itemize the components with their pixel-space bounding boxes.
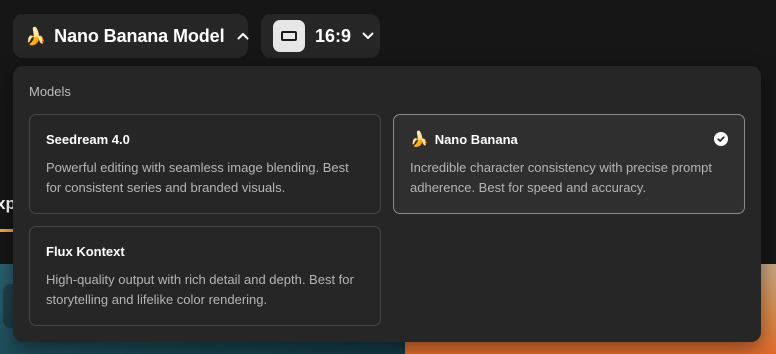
background-tab-underline: [0, 229, 14, 232]
aspect-ratio-button[interactable]: 16:9: [261, 14, 380, 58]
model-option-flux-kontext[interactable]: Flux Kontext High-quality output with ri…: [29, 226, 381, 326]
model-selector-label: Nano Banana Model: [54, 25, 225, 46]
model-option-title: 🍌 Nano Banana: [410, 132, 518, 147]
model-option-title: Flux Kontext: [46, 244, 125, 259]
model-option-seedream[interactable]: Seedream 4.0 Powerful editing with seaml…: [29, 114, 381, 214]
chevron-up-icon: [237, 29, 249, 43]
model-option-description: High-quality output with rich detail and…: [46, 272, 354, 307]
model-option-title: Seedream 4.0: [46, 132, 130, 147]
model-dropdown-panel: Models Seedream 4.0 Powerful editing wit…: [13, 66, 761, 342]
aspect-ratio-icon: [273, 20, 305, 52]
chevron-down-icon: [361, 29, 375, 43]
model-selector-button[interactable]: 🍌 Nano Banana Model: [13, 14, 248, 58]
banana-icon: 🍌: [410, 131, 429, 148]
model-option-nano-banana[interactable]: 🍌 Nano Banana Incredible character consi…: [393, 114, 745, 214]
model-option-name: Seedream 4.0: [46, 132, 130, 147]
model-option-description: Powerful editing with seamless image ble…: [46, 160, 349, 195]
dropdown-heading: Models: [29, 84, 71, 99]
app-screen: xp 🍌 Nano Banana Model 16:9 Models Seedr…: [0, 0, 776, 354]
model-option-name: Nano Banana: [434, 132, 518, 147]
banana-icon: 🍌: [25, 26, 47, 46]
model-option-description: Incredible character consistency with pr…: [410, 160, 713, 195]
check-circle-icon: [714, 132, 728, 146]
aspect-ratio-label: 16:9: [315, 25, 352, 46]
model-option-name: Flux Kontext: [46, 244, 125, 259]
